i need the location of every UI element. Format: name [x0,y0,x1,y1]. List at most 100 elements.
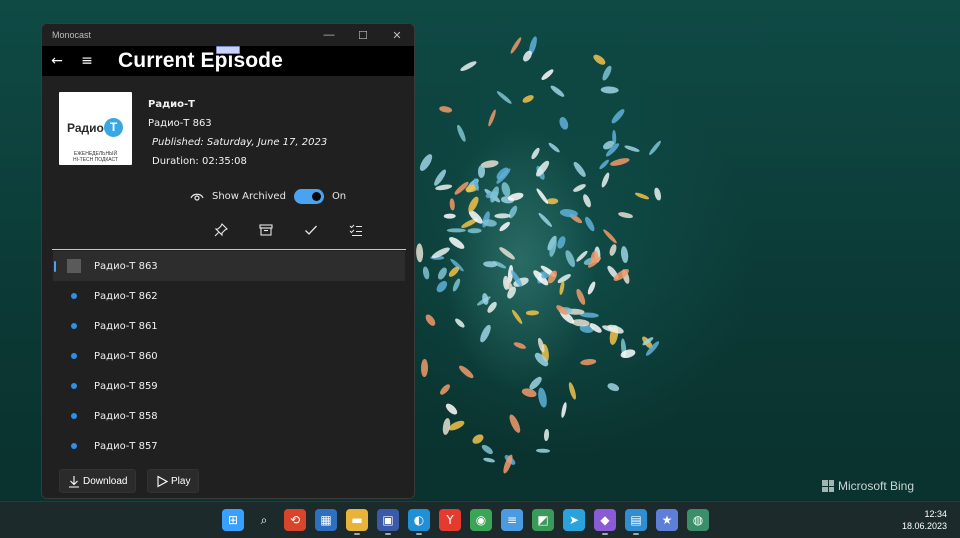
bing-logo-icon [822,480,834,492]
wallpaper-surfboard [441,417,452,435]
file-explorer-icon[interactable]: ▬ [346,509,368,535]
notepad-icon[interactable]: ≡ [501,509,523,531]
episode-meta: Радио-Т Радио-Т 863 Published: Saturday,… [148,95,327,171]
title-bar[interactable]: Monocast — ☐ ✕ [42,24,414,46]
telegram-icon[interactable]: ➤ [563,509,585,531]
photos-icon[interactable]: ◩ [532,509,554,531]
wallpaper-surfboard [525,309,539,315]
episode-list-item[interactable]: Радио-Т 857 [53,431,405,461]
show-archived-label: Show Archived [212,191,286,202]
wallpaper-surfboard [529,146,542,161]
page-title: Current Episode [118,49,283,72]
wallpaper-surfboard [521,93,536,105]
wallpaper-surfboard [449,198,456,211]
cover-subtitle: ЕЖЕНЕДЕЛЬНЫЙ HI-TECH ПОДКАСТ [59,151,132,163]
wallpaper-surfboard [520,49,534,63]
wallpaper-surfboard [579,357,597,366]
wallpaper-surfboard [446,228,466,233]
wallpaper-surfboard [507,413,523,435]
episode-list-item[interactable]: Радио-Т 859 [53,371,405,401]
wallpaper-surfboard [608,243,618,257]
wallpaper-surfboard [498,246,517,262]
episode-label: Радио-Т 859 [94,380,158,392]
save-app-icon[interactable]: ▣ [377,509,399,535]
wallpaper-surfboard [563,249,578,269]
wallpaper-surfboard [487,109,498,128]
wallpaper-surfboard [456,364,475,381]
wallpaper-surfboard [417,152,435,173]
bottom-bar: Download Play [42,458,414,498]
wallpaper-surfboard [420,359,428,377]
unplayed-dot-icon [71,323,77,329]
close-button[interactable]: ✕ [380,24,414,46]
search-icon[interactable]: ⌕ [253,509,275,531]
episode-list-item[interactable]: Радио-Т 862 [53,281,405,311]
select-list-icon[interactable] [349,223,363,237]
visual-studio-icon[interactable]: ◆ [594,509,616,535]
wallpaper-surfboard [494,212,510,219]
published-date: Published: Saturday, June 17, 2023 [152,137,328,148]
yandex-icon[interactable]: Y [439,509,461,531]
start-icon[interactable]: ⊞ [222,509,244,531]
unplayed-dot-icon [71,293,77,299]
episode-label: Радио-Т 858 [94,410,158,422]
hamburger-menu-icon[interactable]: ≡ [72,53,102,69]
toggle-state-label: On [331,191,347,202]
chrome-icon[interactable]: ◉ [470,509,492,531]
wallpaper-surfboard [567,382,578,401]
wallpaper-surfboard [447,265,461,279]
store-icon[interactable]: ▦ [315,509,337,531]
wallpaper-surfboard [609,107,626,126]
edge-icon[interactable]: ◐ [408,509,430,535]
selection-indicator [54,261,56,272]
bookmark-app-icon[interactable]: ★ [656,509,678,531]
system-clock[interactable]: 12:34 18.06.2023 [902,508,947,532]
pin-icon[interactable] [214,223,228,237]
download-icon [69,475,79,488]
wallpaper-surfboard [558,115,570,131]
wallpaper-surfboard [421,265,431,280]
episode-checkbox[interactable] [67,259,81,273]
episode-list-item[interactable]: Радио-Т 858 [53,401,405,431]
mark-played-check-icon[interactable] [304,223,318,237]
wallpaper-surfboard [497,220,512,233]
wallpaper-surfboard [415,242,424,263]
archive-icon[interactable] [259,223,273,237]
wallpaper-surfboard [458,59,478,73]
taskbar-icons: ⊞ ⌕ ⟲ ▦ ▬ ▣ ◐ Y ◉ ≡ ◩ ➤ ◆ ▤ ★ ◍ [222,509,709,535]
unplayed-dot-icon [71,443,77,449]
show-archived-toggle[interactable] [293,189,324,204]
wallpaper-surfboard [620,245,630,264]
wallpaper-surfboard [601,227,618,245]
cover-subtitle-line2: HI-TECH ПОДКАСТ [72,157,119,163]
app-icon[interactable]: ▤ [625,509,647,535]
maximize-button[interactable]: ☐ [346,24,380,46]
minimize-button[interactable]: — [312,24,346,46]
remote-desktop-icon[interactable]: ⟲ [284,509,306,531]
podcast-name: Радио-Т [148,99,196,110]
wallpaper-surfboard [600,86,619,95]
back-arrow-icon[interactable]: ← [42,53,72,69]
drag-handle[interactable] [216,46,240,54]
episode-list-item[interactable]: Радио-Т 861 [53,311,405,341]
wallpaper-surfboard [477,323,492,344]
episode-label: Радио-Т 863 [94,260,158,272]
wallpaper-surfboard [585,280,597,296]
wallpaper-surfboard [443,401,460,417]
episode-list-item[interactable]: Радио-Т 860 [53,341,405,371]
globe-app-icon[interactable]: ◍ [687,509,709,531]
wallpaper-surfboard [543,429,549,442]
wallpaper-surfboard [495,89,513,105]
episode-list-item[interactable]: Радио-Т 863 [53,251,405,281]
download-button[interactable]: Download [59,469,137,493]
divider [52,249,406,250]
unplayed-dot-icon [71,353,77,359]
wallpaper-surfboard [606,381,621,393]
wallpaper-surfboard [592,53,608,67]
play-label: Play [171,475,191,487]
wallpaper-surfboard [453,317,466,330]
wallpaper-surfboard [560,401,569,419]
play-button[interactable]: Play [147,469,200,493]
wallpaper-surfboard [634,192,650,202]
app-title: Monocast [52,30,92,40]
